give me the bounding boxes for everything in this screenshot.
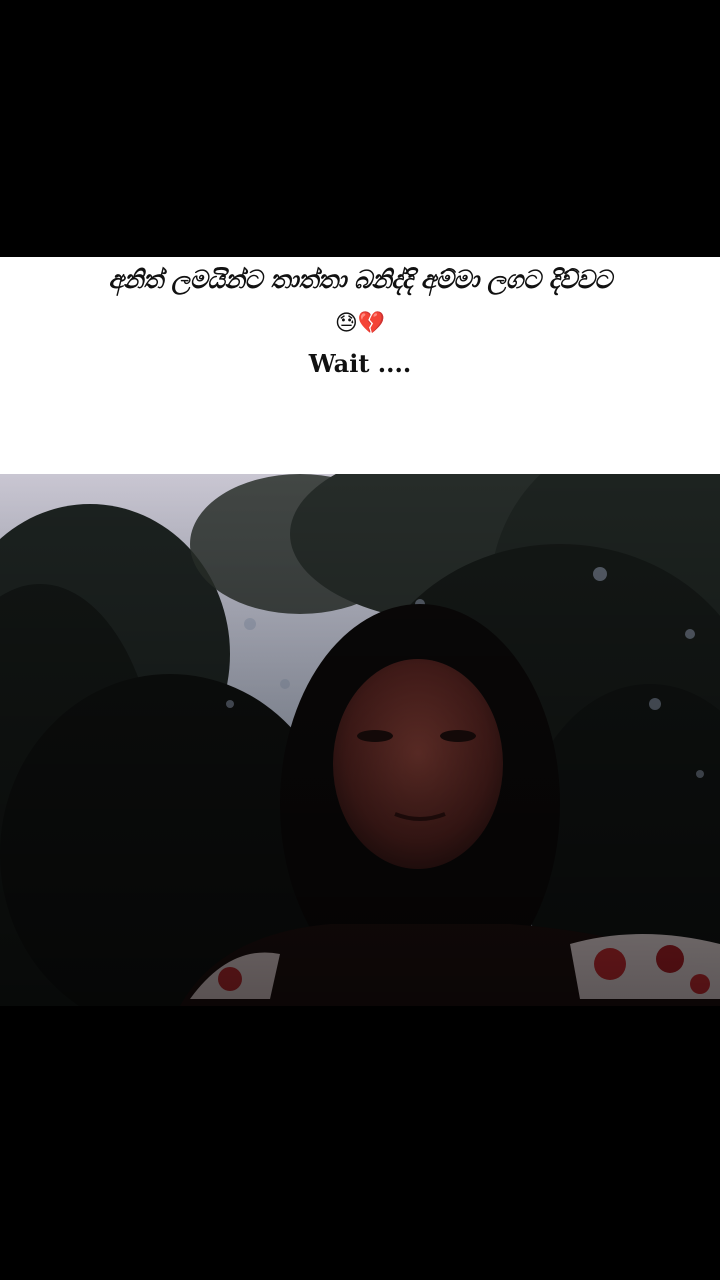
caption-wait-text: Wait ....	[308, 349, 412, 378]
top-letterbox	[0, 0, 720, 257]
caption-panel: අනිත් ලමයින්ට තාත්තා බනිද්දි අම්මා ලගට ද…	[0, 257, 720, 474]
video-post-screen: අනිත් ලමයින්ට තාත්තා බනිද්දි අම්මා ලගට ද…	[0, 0, 720, 1280]
video-still-image	[0, 474, 720, 1006]
caption-title: අනිත් ලමයින්ට තාත්තා බනිද්දි අම්මා ලගට ද…	[108, 265, 612, 294]
caption-emojis: 😓💔	[334, 311, 386, 336]
bottom-letterbox	[0, 1006, 720, 1280]
video-frame[interactable]	[0, 474, 720, 1006]
